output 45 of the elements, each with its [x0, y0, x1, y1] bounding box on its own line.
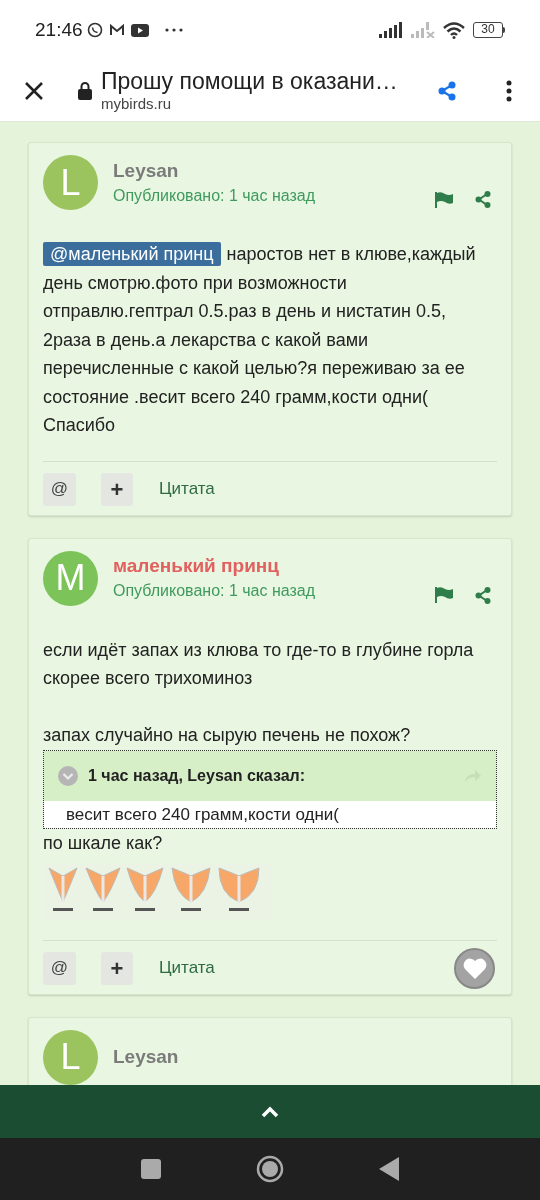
signal-icon — [379, 22, 403, 38]
battery-icon: 30 — [473, 22, 503, 38]
post-date: Опубликовано: 1 час назад — [113, 581, 316, 601]
avatar: L — [43, 155, 98, 210]
page-url: mybirds.ru — [101, 94, 172, 113]
quote-button[interactable]: Цитата — [159, 476, 215, 502]
post-date: Опубликовано: 1 час назад — [113, 185, 316, 206]
avatar: L — [43, 1029, 98, 1085]
quote-button[interactable]: Цитата — [159, 955, 215, 981]
post-text: по шкале как? — [43, 832, 164, 855]
wifi-icon — [443, 21, 465, 39]
scroll-up-icon[interactable] — [261, 1105, 279, 1118]
clock-text: 21:46 — [35, 17, 83, 42]
mention-link[interactable]: @маленький принц — [43, 242, 221, 266]
quote-text: весит всего 240 грамм,кости одни( — [66, 803, 340, 826]
no-signal-icon — [411, 22, 435, 38]
mail-app-icon — [108, 23, 125, 37]
back-icon[interactable] — [379, 1157, 399, 1181]
share-icon[interactable] — [438, 80, 456, 101]
add-button[interactable]: + — [101, 951, 133, 985]
post-text: если идёт запах из клюва то где-то в глубине горла скорее всего трихоминоз — [43, 638, 475, 690]
close-icon[interactable] — [24, 80, 44, 101]
avatar: M — [43, 550, 98, 606]
flag-icon[interactable] — [435, 587, 453, 603]
add-button[interactable]: + — [101, 472, 133, 506]
mention-button[interactable]: @ — [43, 472, 76, 506]
post-text: запах случайно на сырую печень не похож? — [43, 723, 412, 747]
post-text: @маленький принц наростов нет в клюве,каждый день смотрю.фото при возможности отправлю.гептрал 0.5.раз в день и нистатин 0.5, 2раза в день.а лекарства с какой вами перечисленные с какой целью?я переживаю за ее состояние .весит всего 240 грамм,кости одни( Спасибо — [43, 241, 477, 437]
lock-icon — [78, 81, 92, 100]
home-icon[interactable] — [256, 1155, 284, 1183]
mention-button[interactable]: @ — [43, 951, 76, 985]
share-icon[interactable] — [475, 586, 491, 604]
menu-icon[interactable] — [506, 79, 512, 102]
author-name[interactable]: маленький принц — [113, 553, 316, 579]
page-title: Прошу помощи в оказани… — [101, 68, 398, 94]
share-icon[interactable] — [475, 191, 491, 208]
flag-icon[interactable] — [435, 191, 453, 208]
more-notifications-icon — [164, 28, 183, 32]
chat-app-icon — [86, 22, 103, 38]
quote-header: 1 час назад, Leysan сказал: — [88, 766, 306, 786]
author-name[interactable]: Leysan — [113, 157, 316, 184]
video-app-icon — [130, 23, 149, 37]
like-button[interactable] — [454, 947, 495, 989]
heart-icon — [462, 957, 487, 979]
author-name[interactable]: Leysan — [113, 1044, 179, 1070]
